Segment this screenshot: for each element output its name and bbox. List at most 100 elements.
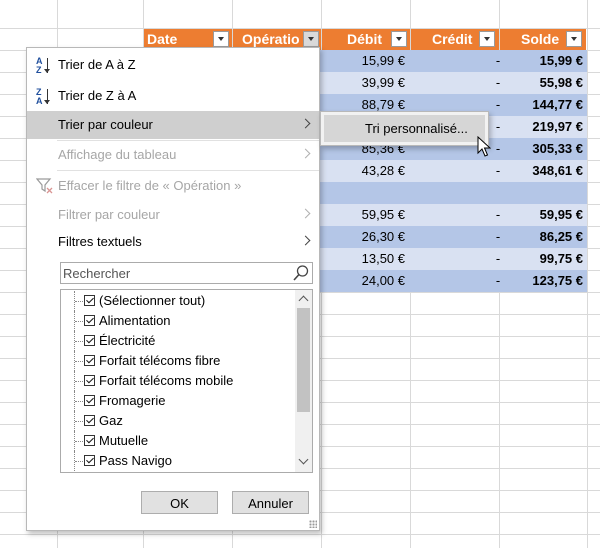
menu-item-label: Tri personnalisé... [365, 121, 468, 136]
cell-solde[interactable]: 144,77 € [515, 94, 583, 116]
menu-item-filter-by-color[interactable]: Filtrer par couleur [27, 201, 319, 229]
sort-ascending-icon: AZ [36, 57, 56, 75]
cell-solde[interactable]: 219,97 € [515, 116, 583, 138]
menu-item-custom-sort[interactable]: Tri personnalisé... [324, 115, 485, 142]
cell-debit[interactable]: 13,50 € [325, 248, 405, 270]
checkbox-checked-icon[interactable] [84, 375, 95, 386]
table-row[interactable] [320, 182, 587, 204]
cell-credit[interactable]: - [485, 160, 511, 182]
header-debit-label: Débit [347, 31, 382, 47]
chevron-right-icon [300, 148, 311, 159]
header-credit[interactable]: Crédit [411, 29, 499, 50]
menu-item-label: Filtres textuels [58, 234, 142, 249]
list-item-label: Électricité [99, 333, 156, 348]
menu-item-clear-filter[interactable]: Effacer le filtre de « Opération » [27, 172, 319, 200]
cell-solde[interactable]: 55,98 € [515, 72, 583, 94]
checkbox-checked-icon[interactable] [84, 335, 95, 346]
cell-credit[interactable]: - [485, 72, 511, 94]
list-item-label: Pass Navigo [99, 453, 172, 468]
cell-solde[interactable]: 123,75 € [515, 270, 583, 292]
list-item-label: (Sélectionner tout) [99, 293, 206, 308]
list-item-label: Gaz [99, 413, 123, 428]
menu-item-label: Effacer le filtre de « Opération » [58, 178, 242, 193]
search-icon[interactable] [292, 264, 310, 282]
table-row[interactable]: 59,95 € -59,95 € [320, 204, 587, 226]
checkbox-checked-icon[interactable] [84, 435, 95, 446]
filter-dropdown-operation[interactable] [303, 31, 319, 47]
filter-dropdown-solde[interactable] [566, 31, 582, 47]
filter-menu[interactable]: AZ Trier de A à Z ZA Trier de Z à A Trie… [26, 47, 320, 531]
checkbox-checked-icon[interactable] [84, 315, 95, 326]
resize-grip-icon[interactable] [309, 520, 317, 528]
cell-credit[interactable]: - [485, 50, 511, 72]
list-item-label: Fromagerie [99, 393, 166, 408]
search-input[interactable] [63, 264, 288, 282]
scroll-thumb[interactable] [297, 308, 310, 412]
filter-dropdown-date[interactable] [213, 31, 229, 47]
chevron-right-icon [300, 235, 311, 246]
values-list[interactable]: (Sélectionner tout) Alimentation Électrici… [60, 289, 313, 473]
checkbox-checked-icon[interactable] [84, 295, 95, 306]
header-solde-label: Solde [521, 31, 560, 47]
menu-item-label: Trier de Z à A [58, 88, 137, 103]
cell-debit[interactable] [325, 182, 405, 204]
header-debit[interactable]: Débit [322, 29, 410, 50]
cell-solde[interactable] [515, 182, 583, 204]
menu-item-label: Affichage du tableau [58, 147, 177, 162]
cell-solde[interactable]: 99,75 € [515, 248, 583, 270]
cell-debit[interactable]: 39,99 € [325, 72, 405, 94]
menu-item-sort-by-color[interactable]: Trier par couleur [27, 111, 319, 139]
cell-debit[interactable]: 15,99 € [325, 50, 405, 72]
cell-solde[interactable]: 86,25 € [515, 226, 583, 248]
list-item-label: Mutuelle [99, 433, 149, 448]
cell-solde[interactable]: 15,99 € [515, 50, 583, 72]
table-row[interactable]: 39,99 € -55,98 € [320, 72, 587, 94]
cell-credit[interactable]: - [485, 204, 511, 226]
menu-item-label: Trier par couleur [58, 117, 153, 132]
checkbox-checked-icon[interactable] [84, 455, 95, 466]
cell-debit[interactable]: 24,00 € [325, 270, 405, 292]
sort-by-color-submenu[interactable]: Tri personnalisé... [320, 111, 489, 146]
checkbox-checked-icon[interactable] [84, 415, 95, 426]
cancel-button[interactable]: Annuler [232, 491, 309, 514]
menu-item-label: Filtrer par couleur [58, 207, 160, 222]
list-item-label: Alimentation [99, 313, 171, 328]
cell-debit[interactable]: 26,30 € [325, 226, 405, 248]
cell-debit[interactable]: 59,95 € [325, 204, 405, 226]
header-credit-label: Crédit [432, 31, 473, 47]
menu-item-sort-za[interactable]: ZA Trier de Z à A [27, 82, 319, 110]
menu-item-text-filters[interactable]: Filtres textuels [27, 228, 319, 256]
filter-dropdown-credit[interactable] [479, 31, 495, 47]
ok-button[interactable]: OK [141, 491, 218, 514]
list-item-label: Forfait télécoms fibre [99, 353, 221, 368]
checkbox-checked-icon[interactable] [84, 395, 95, 406]
chevron-right-icon [300, 118, 311, 129]
search-box[interactable] [60, 262, 313, 284]
table-row[interactable]: 13,50 € -99,75 € [320, 248, 587, 270]
menu-separator [57, 170, 319, 171]
scroll-up-icon[interactable] [298, 295, 309, 306]
clear-filter-icon [36, 178, 53, 194]
list-item-label: Forfait télécoms mobile [99, 373, 234, 388]
cell-credit[interactable]: - [485, 248, 511, 270]
filter-dropdown-debit[interactable] [391, 31, 407, 47]
cell-credit[interactable]: - [485, 270, 511, 292]
cell-solde[interactable]: 59,95 € [515, 204, 583, 226]
cell-solde[interactable]: 305,33 € [515, 138, 583, 160]
list-scrollbar[interactable] [295, 290, 312, 472]
cell-solde[interactable]: 348,61 € [515, 160, 583, 182]
cell-credit[interactable]: - [485, 226, 511, 248]
cell-debit[interactable]: 43,28 € [325, 160, 405, 182]
sort-descending-icon: ZA [36, 88, 56, 106]
cell-credit[interactable] [485, 182, 511, 204]
menu-item-table-view[interactable]: Affichage du tableau [27, 141, 319, 169]
table-row[interactable]: 15,99 € -15,99 € [320, 50, 587, 72]
header-solde[interactable]: Solde [500, 29, 586, 50]
chevron-right-icon [300, 208, 311, 219]
table-row[interactable]: 26,30 € -86,25 € [320, 226, 587, 248]
table-row[interactable]: 43,28 € -348,61 € [320, 160, 587, 182]
checkbox-checked-icon[interactable] [84, 355, 95, 366]
scroll-down-icon[interactable] [298, 454, 309, 465]
menu-item-sort-az[interactable]: AZ Trier de A à Z [27, 51, 319, 79]
table-row[interactable]: 24,00 € -123,75 € [320, 270, 587, 292]
